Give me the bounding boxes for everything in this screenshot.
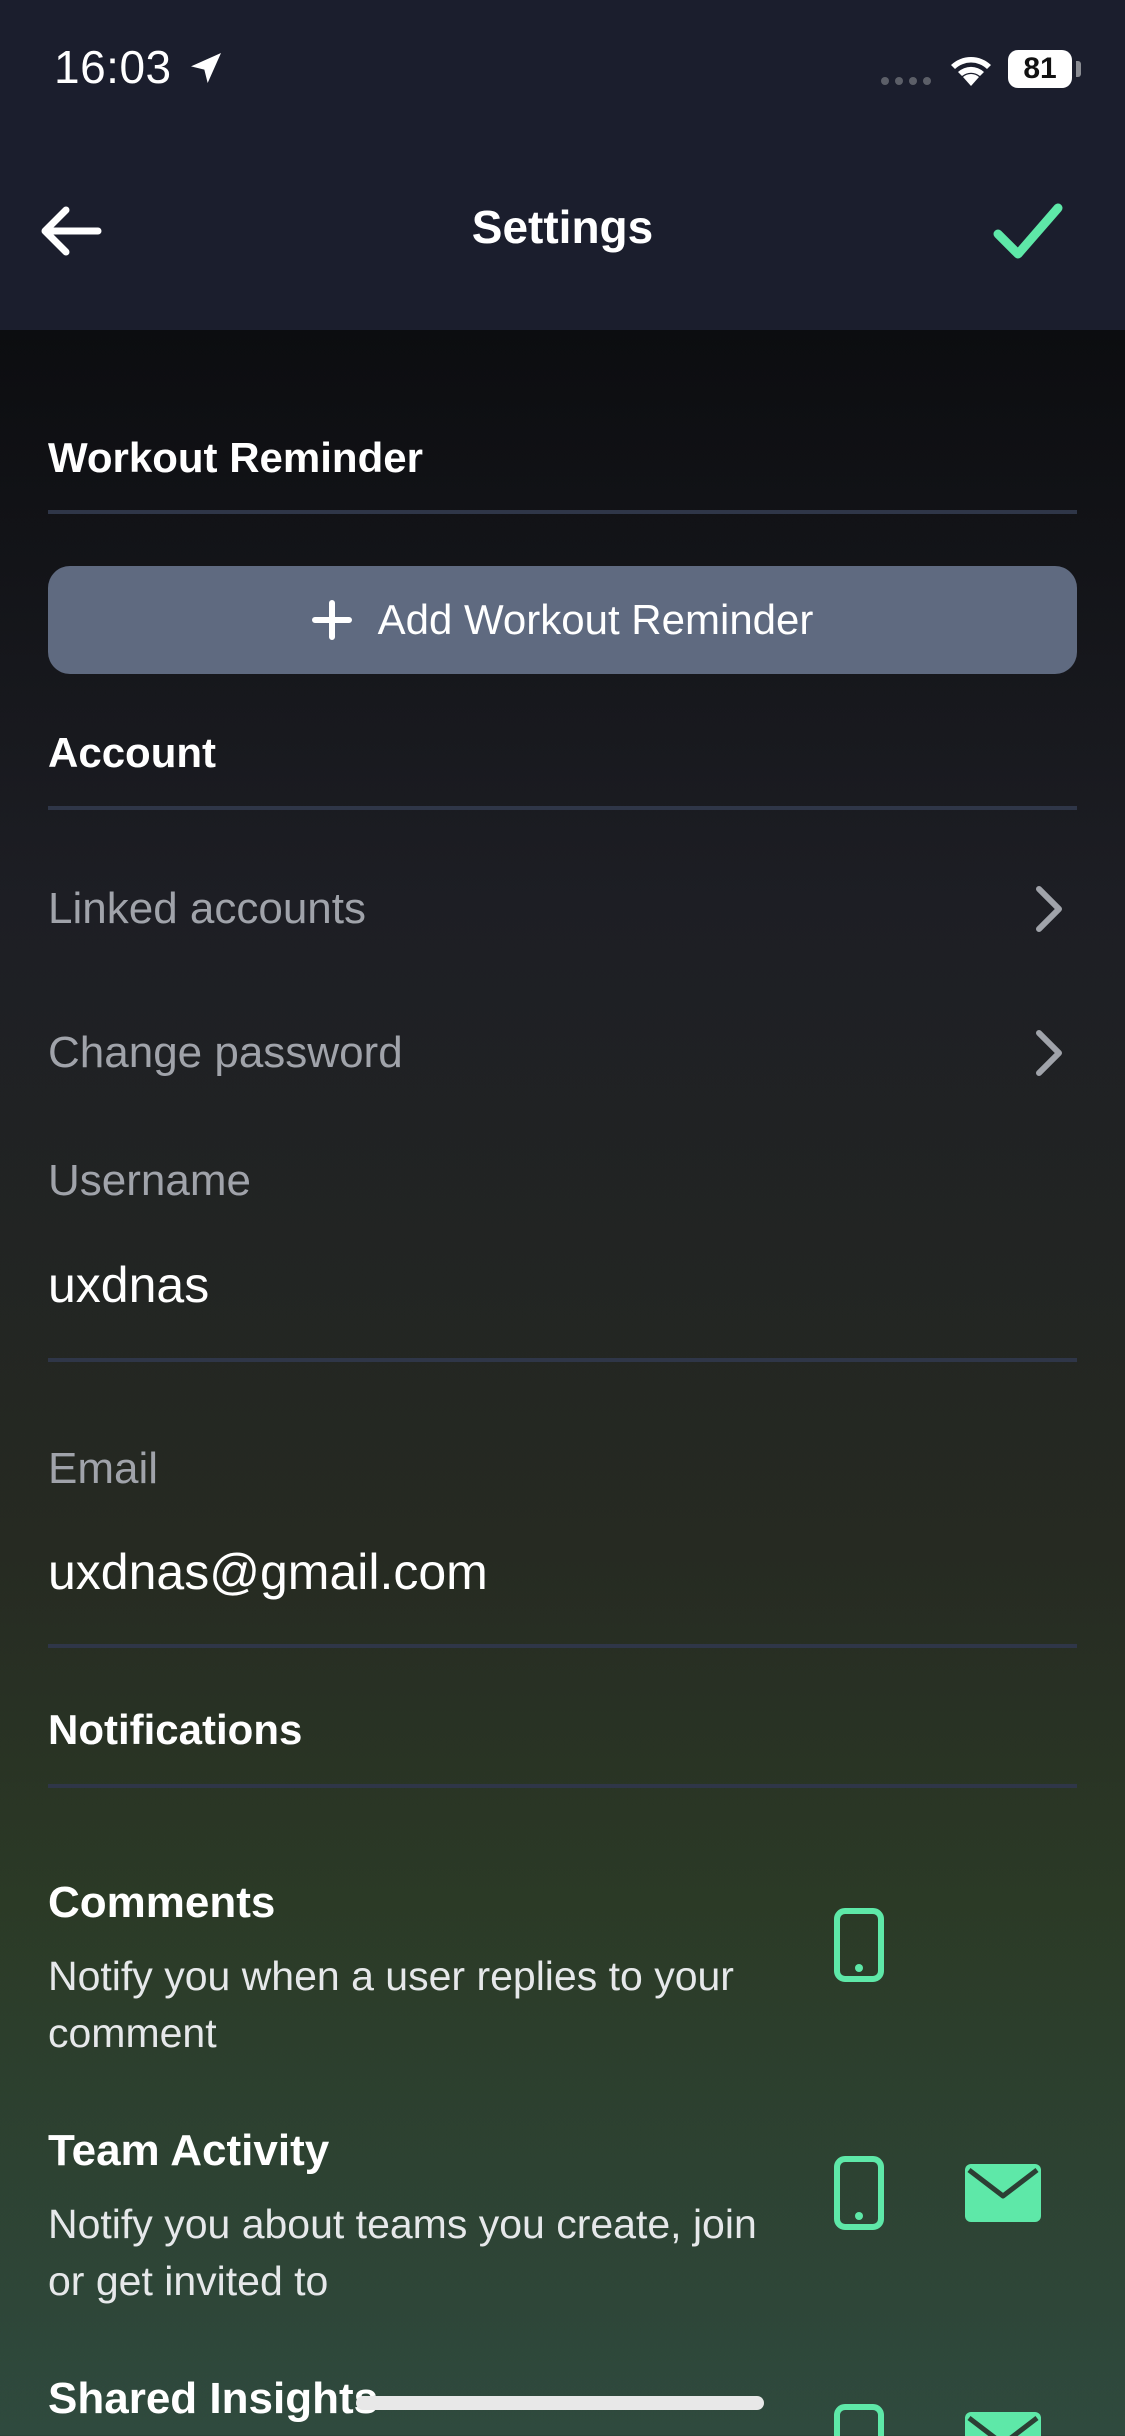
divider bbox=[48, 510, 1077, 514]
add-workout-reminder-button[interactable]: Add Workout Reminder bbox=[48, 566, 1077, 674]
section-title-account: Account bbox=[48, 729, 216, 776]
email-field[interactable]: uxdnas@gmail.com bbox=[48, 1543, 488, 1601]
status-time: 16:03 bbox=[54, 41, 172, 93]
checkmark-icon[interactable] bbox=[990, 196, 1066, 266]
add-workout-reminder-label: Add Workout Reminder bbox=[377, 596, 814, 643]
divider bbox=[48, 1358, 1077, 1362]
page-title: Settings bbox=[471, 201, 654, 253]
mail-icon[interactable] bbox=[965, 2412, 1041, 2436]
mail-icon[interactable] bbox=[965, 2164, 1041, 2222]
email-label: Email bbox=[48, 1444, 159, 1493]
notification-title-shared-insights: Shared Insights bbox=[48, 2374, 379, 2423]
phone-icon[interactable] bbox=[834, 2404, 884, 2436]
notification-title-team-activity: Team Activity bbox=[48, 2126, 330, 2175]
notification-description-comments: Notify you when a user replies to your c… bbox=[48, 1953, 734, 2056]
battery-nub bbox=[1076, 61, 1081, 77]
cellular-signal-icon bbox=[881, 77, 931, 85]
phone-icon[interactable] bbox=[834, 2156, 884, 2230]
section-title-notifications: Notifications bbox=[48, 1706, 303, 1753]
divider bbox=[48, 1644, 1077, 1648]
location-arrow-icon bbox=[191, 53, 221, 83]
phone-icon[interactable] bbox=[834, 1908, 884, 1982]
notification-description-team-activity: Notify you about teams you create, join … bbox=[48, 2201, 757, 2304]
change-password-label: Change password bbox=[48, 1028, 403, 1077]
divider bbox=[48, 1784, 1077, 1788]
plus-icon bbox=[311, 600, 352, 640]
notification-title-comments: Comments bbox=[48, 1878, 276, 1927]
wifi-icon bbox=[951, 57, 991, 86]
divider bbox=[48, 806, 1077, 810]
username-label: Username bbox=[48, 1156, 251, 1205]
section-title-workout-reminder: Workout Reminder bbox=[48, 434, 423, 481]
change-password-row[interactable]: Change password bbox=[48, 998, 1077, 1108]
chevron-right-icon bbox=[1036, 1030, 1062, 1076]
home-indicator[interactable] bbox=[356, 2396, 764, 2410]
username-field[interactable]: uxdnas bbox=[48, 1256, 209, 1314]
battery-indicator: 81 bbox=[1008, 50, 1072, 88]
linked-accounts-label: Linked accounts bbox=[48, 884, 366, 933]
top-bar: 16:03 81 Settings bbox=[0, 0, 1125, 330]
linked-accounts-row[interactable]: Linked accounts bbox=[48, 854, 1077, 964]
chevron-right-icon bbox=[1036, 886, 1062, 932]
